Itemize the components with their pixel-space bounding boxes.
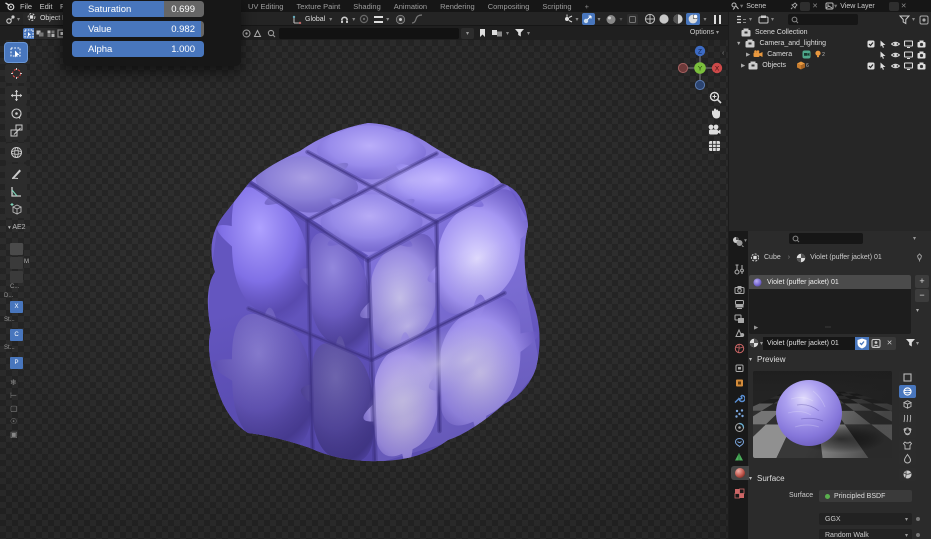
svg-text:X: X (715, 66, 720, 73)
svg-text:Z: Z (698, 49, 702, 56)
svg-text:Y: Y (698, 66, 703, 73)
